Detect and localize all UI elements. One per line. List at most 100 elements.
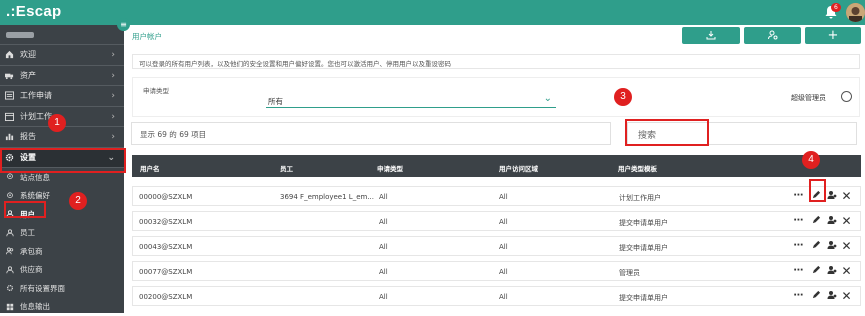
sidebar-username	[6, 32, 34, 38]
request-type-label: 申请类型	[143, 85, 169, 95]
more-icon[interactable]: ⋯	[793, 190, 804, 202]
annotation-badge: 3	[614, 88, 632, 106]
cell-request-type: All	[379, 218, 388, 226]
edit-icon[interactable]	[811, 240, 822, 252]
delete-icon[interactable]: ✕	[841, 290, 852, 302]
sidebar-subitem-suppliers[interactable]: 供应商	[0, 261, 124, 280]
sidebar-subitem-label: 员工	[20, 227, 35, 238]
delete-icon[interactable]: ✕	[841, 240, 852, 252]
main-content: 用户帐户 + 可以登录的所有用户列表，以及他们的安全设置和用户偏好设置。您也可以…	[124, 25, 865, 313]
sidebar-item-work-requests[interactable]: 工作申请 ›	[0, 86, 124, 107]
row-actions: ⋯✕	[793, 290, 863, 303]
list-icon	[5, 91, 14, 100]
super-admin-radio[interactable]	[841, 91, 852, 102]
pin-icon	[6, 173, 14, 181]
column-header[interactable]: 用户访问区域	[499, 163, 538, 173]
cell-username: 00077@SZXLM	[139, 268, 192, 276]
delete-icon[interactable]: ✕	[841, 190, 852, 202]
user-permissions-icon[interactable]	[826, 240, 837, 252]
user-icon	[6, 266, 14, 274]
user-permissions-icon[interactable]	[826, 190, 837, 202]
highlight-users	[4, 201, 46, 218]
user-settings-button[interactable]	[744, 27, 801, 44]
annotation-badge: 4	[802, 151, 820, 169]
annotation-badge: 1	[48, 114, 66, 132]
sidebar-subitem-label: 系统偏好	[20, 190, 50, 201]
table-row[interactable]: 00043@SZXLMAllAll提交申请单用户⋯✕	[132, 236, 861, 256]
table-row[interactable]: 00077@SZXLMAllAll管理员⋯✕	[132, 261, 861, 281]
more-icon[interactable]: ⋯	[793, 240, 804, 252]
chevron-right-icon: ›	[111, 50, 115, 60]
edit-icon[interactable]	[811, 265, 822, 277]
more-icon[interactable]: ⋯	[793, 215, 804, 227]
delete-icon[interactable]: ✕	[841, 265, 852, 277]
more-icon[interactable]: ⋯	[793, 265, 804, 277]
chart-icon	[5, 132, 14, 141]
row-actions: ⋯✕	[793, 190, 863, 203]
highlight-search	[625, 119, 709, 146]
user-permissions-icon[interactable]	[826, 265, 837, 277]
truck-icon	[5, 71, 14, 80]
add-user-button[interactable]: +	[805, 27, 861, 44]
edit-icon[interactable]	[811, 290, 822, 302]
notification-badge: 6	[831, 3, 841, 12]
user-permissions-icon[interactable]	[826, 290, 837, 302]
sidebar-subitem-label: 信息输出	[20, 301, 50, 312]
column-header[interactable]: 员工	[280, 163, 293, 173]
cell-access-area: All	[499, 243, 508, 251]
sidebar-item-welcome[interactable]: 欢迎›	[0, 45, 124, 66]
avatar[interactable]	[846, 3, 865, 22]
export-button[interactable]	[682, 27, 740, 44]
grid-icon	[6, 303, 14, 311]
cell-request-type: All	[379, 243, 388, 251]
column-header[interactable]: 用户名	[140, 163, 160, 173]
sidebar-subitem-label: 承包商	[20, 246, 43, 257]
app-logo[interactable]: .:Escap	[6, 3, 61, 20]
chevron-right-icon: ›	[111, 132, 115, 142]
cell-template: 提交申请单用户	[619, 218, 668, 228]
users-icon	[6, 247, 14, 255]
column-header[interactable]: 申请类型	[377, 163, 403, 173]
home-icon	[5, 50, 14, 59]
gear-icon	[6, 284, 14, 292]
request-type-select[interactable]: 所有 ⌄	[266, 92, 556, 108]
highlight-edit	[809, 179, 826, 202]
sidebar-item-label: 计划工作	[20, 111, 52, 122]
column-header[interactable]: 用户类型模板	[618, 163, 657, 173]
chevron-right-icon: ›	[111, 91, 115, 101]
user-permissions-icon[interactable]	[826, 215, 837, 227]
sidebar-subitem-all-settings[interactable]: 所有设置界面	[0, 279, 124, 298]
download-icon	[706, 30, 716, 40]
results-count: 显示 69 的 69 项目	[131, 122, 611, 145]
sidebar-item-label: 资产	[20, 70, 36, 81]
sidebar-subitem-contractors[interactable]: 承包商	[0, 242, 124, 261]
sidebar-collapse-button[interactable]: ≡	[117, 18, 130, 31]
sidebar-subitem-export[interactable]: 信息输出	[0, 298, 124, 316]
more-icon[interactable]: ⋯	[793, 290, 804, 302]
page-description: 可以登录的所有用户列表，以及他们的安全设置和用户偏好设置。您也可以激活用户、停用…	[132, 54, 860, 69]
cell-username: 00000@SZXLM	[139, 193, 192, 201]
sidebar-user	[0, 25, 124, 45]
sidebar-subitem-employees[interactable]: 员工	[0, 224, 124, 243]
sidebar-item-assets[interactable]: 资产 ›	[0, 66, 124, 87]
cell-template: 计划工作用户	[619, 193, 661, 203]
table-row[interactable]: 00200@SZXLMAllAll提交申请单用户⋯✕	[132, 286, 861, 306]
sidebar-item-label: 工作申请	[20, 90, 52, 101]
cell-username: 00043@SZXLM	[139, 243, 192, 251]
row-actions: ⋯✕	[793, 240, 863, 253]
cell-username: 00200@SZXLM	[139, 293, 192, 301]
chevron-right-icon: ›	[111, 112, 115, 122]
chevron-right-icon: ›	[111, 71, 115, 81]
cell-template: 提交申请单用户	[619, 243, 668, 253]
table-row[interactable]: 00000@SZXLM3694 F_employee1 L_em...AllAl…	[132, 186, 861, 206]
user-icon	[6, 229, 14, 237]
table-row[interactable]: 00032@SZXLMAllAll提交申请单用户⋯✕	[132, 211, 861, 231]
sidebar-subitem-label: 所有设置界面	[20, 283, 65, 294]
edit-icon[interactable]	[811, 215, 822, 227]
delete-icon[interactable]: ✕	[841, 215, 852, 227]
cell-request-type: All	[379, 293, 388, 301]
filter-panel: 申请类型 所有 ⌄ 超级管理员	[132, 77, 860, 117]
cell-access-area: All	[499, 293, 508, 301]
request-type-value: 所有	[268, 96, 283, 107]
breadcrumb: 用户帐户	[132, 31, 162, 42]
